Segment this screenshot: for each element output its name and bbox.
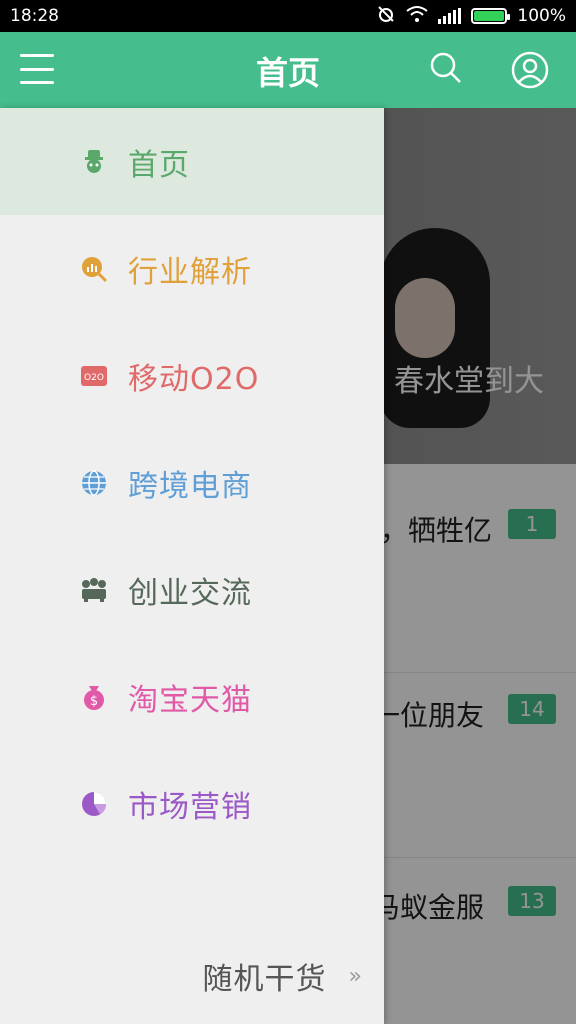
svg-text:O2O: O2O bbox=[84, 373, 104, 383]
status-bar: 18:28 100% bbox=[0, 0, 576, 32]
battery-percent: 100% bbox=[517, 6, 566, 26]
random-picks-label: 随机干货 bbox=[202, 962, 327, 997]
drawer-item-label: 行业解析 bbox=[128, 254, 252, 290]
search-icon bbox=[430, 52, 461, 83]
team-icon bbox=[80, 576, 108, 604]
drawer-item-label: 创业交流 bbox=[128, 575, 252, 611]
drawer-item-marketing[interactable]: 市场营销 bbox=[0, 750, 384, 857]
drawer-item-mobile-o2o[interactable]: O2O 移动O2O bbox=[0, 322, 384, 429]
random-picks-link[interactable]: 随机干货 » bbox=[0, 956, 384, 997]
svg-text:$: $ bbox=[90, 694, 98, 709]
pie-chart-icon bbox=[80, 790, 108, 818]
profile-button[interactable] bbox=[510, 50, 550, 90]
home-mascot-icon bbox=[80, 148, 108, 176]
drawer-item-cross-border[interactable]: 跨境电商 bbox=[0, 429, 384, 536]
mute-alarm-icon bbox=[376, 4, 396, 29]
drawer-item-label: 移动O2O bbox=[128, 361, 260, 397]
money-bag-icon: $ bbox=[80, 683, 108, 711]
drawer-item-label: 淘宝天猫 bbox=[128, 682, 252, 718]
drawer-item-label: 跨境电商 bbox=[128, 468, 252, 504]
drawer-item-label: 首页 bbox=[128, 147, 190, 183]
drawer-item-label: 市场营销 bbox=[128, 789, 252, 825]
cell-signal-icon bbox=[438, 8, 462, 24]
search-button[interactable] bbox=[428, 50, 468, 90]
navigation-drawer: 首页 行业解析 O2O 移动O2O 跨境电商 创业交流 $ 淘宝天猫 市场营销 bbox=[0, 108, 384, 1024]
globe-icon bbox=[80, 469, 108, 497]
drawer-item-startup[interactable]: 创业交流 bbox=[0, 536, 384, 643]
battery-icon bbox=[471, 8, 511, 24]
drawer-item-industry-analysis[interactable]: 行业解析 bbox=[0, 215, 384, 322]
app-bar: 首页 bbox=[0, 32, 576, 108]
drawer-item-taobao-tmall[interactable]: $ 淘宝天猫 bbox=[0, 643, 384, 750]
chart-magnifier-icon bbox=[80, 255, 108, 283]
page-title: 首页 bbox=[255, 54, 320, 92]
user-icon bbox=[511, 51, 549, 89]
drawer-item-home[interactable]: 首页 bbox=[0, 108, 384, 215]
wifi-icon bbox=[406, 5, 429, 28]
o2o-badge-icon: O2O bbox=[80, 362, 108, 390]
double-chevron-right-icon: » bbox=[348, 963, 362, 989]
status-time: 18:28 bbox=[10, 6, 59, 26]
